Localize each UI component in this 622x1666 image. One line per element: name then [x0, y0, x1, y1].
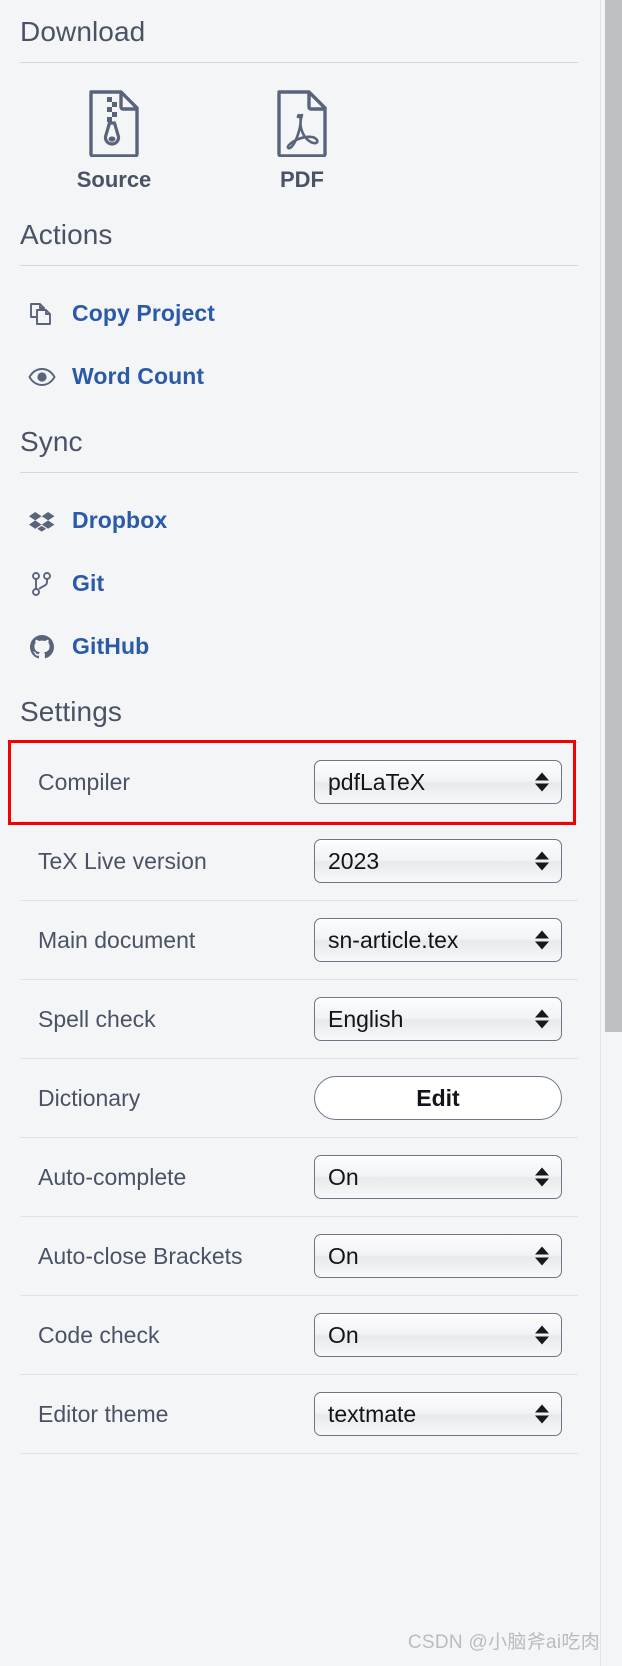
download-heading: Download — [20, 16, 146, 47]
settings-select-value: On — [328, 1163, 359, 1190]
settings-select[interactable]: 2023 — [314, 839, 562, 883]
settings-row: Auto-close Brackets On — [20, 1217, 578, 1296]
settings-select[interactable]: pdfLaTeX — [314, 760, 562, 804]
settings-select-value: sn-article.tex — [328, 926, 459, 953]
settings-select-value: pdfLaTeX — [328, 768, 426, 795]
settings-select[interactable]: On — [314, 1234, 562, 1278]
settings-row: Editor theme textmate — [20, 1375, 578, 1454]
stepper-arrows-icon — [535, 851, 549, 871]
sync-dropbox-label: Dropbox — [72, 507, 168, 533]
download-pdf-button[interactable]: PDF — [208, 89, 396, 193]
settings-select[interactable]: On — [314, 1313, 562, 1357]
settings-select[interactable]: sn-article.tex — [314, 918, 562, 962]
stepper-arrows-icon — [535, 1325, 549, 1345]
settings-row-label: Auto-close Brackets — [38, 1242, 243, 1269]
settings-heading: Settings — [20, 696, 122, 727]
stepper-arrows-icon — [535, 1167, 549, 1187]
settings-select-value: English — [328, 1005, 404, 1032]
dropbox-icon — [20, 507, 72, 535]
settings-row: Auto-complete On — [20, 1138, 578, 1217]
actions-links: Copy Project Word Count — [20, 266, 578, 408]
settings-edit-button[interactable]: Edit — [314, 1076, 562, 1120]
eye-icon — [20, 363, 72, 391]
spacer-actions — [20, 193, 578, 219]
settings-rows: Compiler pdfLaTeX TeX Live version 2023 Main… — [8, 740, 578, 1454]
download-source-label: Source — [76, 167, 152, 192]
vertical-scrollbar-thumb[interactable] — [605, 0, 622, 1032]
settings-row-label: Spell check — [38, 1005, 156, 1032]
settings-section: Settings — [20, 696, 578, 743]
download-pdf-label: PDF — [280, 167, 324, 192]
sync-section: Sync — [20, 426, 578, 473]
action-copy-project[interactable]: Copy Project — [20, 282, 578, 345]
sync-links: Dropbox Git GitHub — [20, 473, 578, 678]
settings-row: TeX Live version 2023 — [20, 822, 578, 901]
panel-content: Download Source PDF Actions Copy Project… — [0, 0, 600, 1666]
settings-row: Spell check English — [20, 980, 578, 1059]
settings-select[interactable]: textmate — [314, 1392, 562, 1436]
download-source-button[interactable]: Source — [20, 89, 208, 193]
settings-select-value: On — [328, 1242, 359, 1269]
sync-github-label: GitHub — [72, 633, 150, 659]
spacer-settings — [20, 678, 578, 696]
settings-select-value: textmate — [328, 1400, 417, 1427]
stepper-arrows-icon — [535, 1404, 549, 1424]
download-section: Download — [20, 0, 578, 63]
settings-row-label: Code check — [38, 1321, 160, 1348]
settings-row-label: Editor theme — [38, 1400, 169, 1427]
settings-row-label: Main document — [38, 926, 196, 953]
settings-row-label: TeX Live version — [38, 847, 207, 874]
actions-section: Actions — [20, 219, 578, 266]
settings-row-label: Dictionary — [38, 1084, 141, 1111]
stepper-arrows-icon — [535, 930, 549, 950]
sync-heading: Sync — [20, 426, 83, 457]
settings-row: Dictionary Edit — [20, 1059, 578, 1138]
actions-heading: Actions — [20, 219, 113, 250]
stepper-arrows-icon — [535, 1009, 549, 1029]
sync-github[interactable]: GitHub — [20, 615, 578, 678]
vertical-scrollbar-track[interactable] — [600, 0, 622, 1666]
sync-git-label: Git — [72, 570, 105, 596]
stepper-arrows-icon — [535, 1246, 549, 1266]
settings-row: Compiler pdfLaTeX — [20, 743, 578, 822]
action-copy-project-label: Copy Project — [72, 300, 216, 326]
settings-row: Main document sn-article.tex — [20, 901, 578, 980]
project-settings-panel: Download Source PDF Actions Copy Project… — [0, 0, 622, 1666]
github-icon — [20, 633, 72, 661]
action-word-count[interactable]: Word Count — [20, 345, 578, 408]
git-branch-icon — [20, 570, 72, 598]
settings-select-value: 2023 — [328, 847, 380, 874]
csdn-watermark: CSDN @小脑斧ai吃肉 — [407, 1632, 600, 1653]
settings-select-value: On — [328, 1321, 359, 1348]
stepper-arrows-icon — [535, 772, 549, 792]
action-word-count-label: Word Count — [72, 363, 205, 389]
pdf-file-icon — [208, 89, 396, 161]
settings-select[interactable]: On — [314, 1155, 562, 1199]
copy-icon — [20, 300, 72, 328]
sync-git[interactable]: Git — [20, 552, 578, 615]
download-items: Source PDF — [20, 63, 578, 193]
sync-dropbox[interactable]: Dropbox — [20, 489, 578, 552]
settings-row-label: Compiler — [38, 768, 131, 795]
zip-file-icon — [20, 89, 208, 161]
spacer-sync — [20, 408, 578, 426]
settings-row: Code check On — [20, 1296, 578, 1375]
settings-row-label: Auto-complete — [38, 1163, 187, 1190]
settings-select[interactable]: English — [314, 997, 562, 1041]
